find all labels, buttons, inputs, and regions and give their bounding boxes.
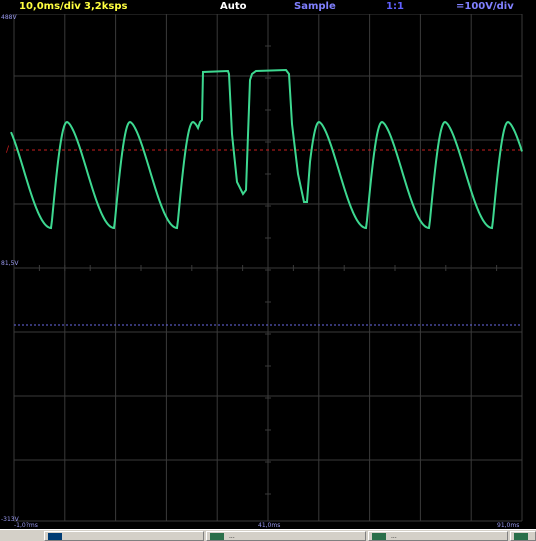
- trigger-mode-readout: Auto: [220, 1, 247, 12]
- window-icon: [48, 533, 62, 540]
- taskbar: ... ...: [0, 529, 536, 541]
- volts-per-div-readout: =100V/div: [456, 1, 514, 12]
- taskbar-button-label: ...: [391, 533, 397, 540]
- taskbar-button-1[interactable]: [44, 531, 204, 541]
- taskbar-button-4[interactable]: [510, 531, 536, 541]
- mid-voltage-label: 81,5V: [1, 260, 19, 267]
- time-left-label: -1,0?ms: [14, 522, 38, 529]
- trigger-marker: /: [6, 145, 10, 155]
- acquisition-mode-readout: Sample: [294, 1, 336, 12]
- time-mid-label: 41,0ms: [258, 522, 281, 529]
- status-bar: 10,0ms/div 3,2ksps Auto Sample 1:1 =100V…: [0, 0, 536, 14]
- oscilloscope-screen: 488V / 81,5V -313V -1,0?ms 41,0ms 91,0ms: [0, 13, 536, 529]
- time-right-label: 91,0ms: [497, 522, 520, 529]
- taskbar-button-3[interactable]: ...: [368, 531, 508, 541]
- scope-icon: [372, 533, 386, 540]
- top-voltage-label: 488V: [1, 14, 17, 21]
- probe-ratio-readout: 1:1: [386, 1, 404, 12]
- sample-rate-readout: 3,2ksps: [84, 1, 128, 12]
- taskbar-button-2[interactable]: ...: [206, 531, 366, 541]
- graticule-grid: [13, 13, 523, 522]
- timebase-readout: 10,0ms/div: [19, 1, 81, 12]
- taskbar-button-label: ...: [229, 533, 235, 540]
- scope-icon: [210, 533, 224, 540]
- scope-icon: [514, 533, 528, 540]
- waveform-display: [10, 13, 523, 522]
